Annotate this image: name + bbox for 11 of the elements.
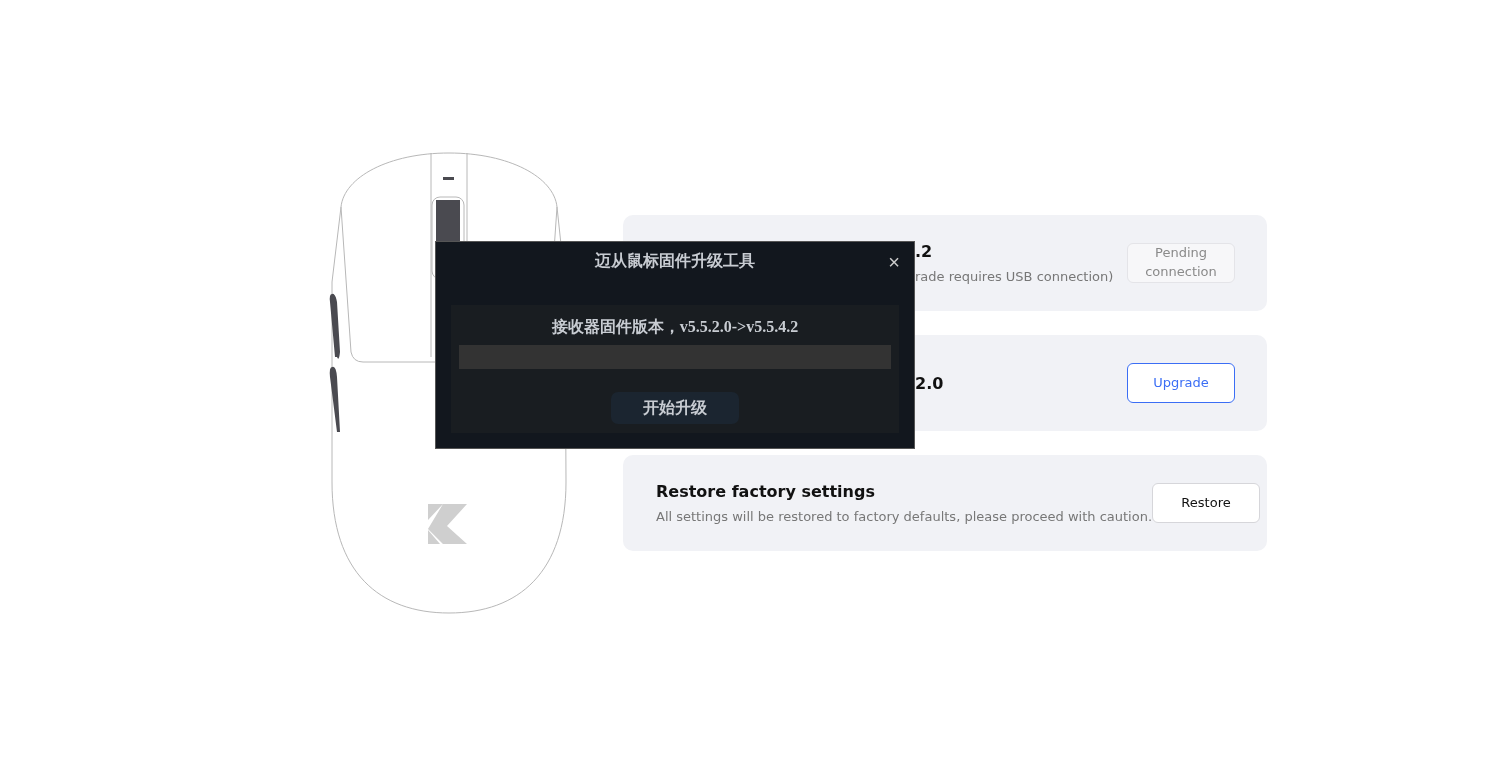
close-button[interactable]: × <box>886 252 902 272</box>
start-upgrade-button[interactable]: 开始升级 <box>611 392 739 424</box>
card-description: rade requires USB connection) <box>915 269 1114 284</box>
dialog-title: 迈从鼠标固件升级工具 <box>595 251 755 271</box>
card-title: 2.0 <box>915 373 944 393</box>
version-message: 接收器固件版本，v5.5.2.0->v5.5.4.2 <box>551 317 799 337</box>
card-title: Restore factory settings <box>656 482 876 501</box>
card-description: All settings will be restored to factory defaults, please proceed with caution. <box>656 509 1153 524</box>
card-title: .2 <box>915 242 934 261</box>
restore-button[interactable]: Restore <box>1152 483 1261 523</box>
upgrade-button[interactable]: Upgrade <box>1127 363 1235 403</box>
